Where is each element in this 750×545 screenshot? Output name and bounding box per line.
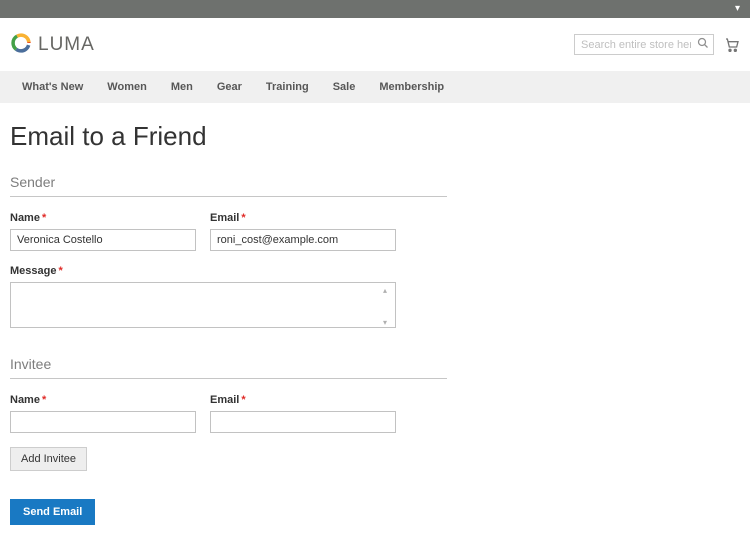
sender-legend: Sender [10,174,447,197]
nav-item-women[interactable]: Women [95,71,159,103]
sender-name-input[interactable] [10,229,196,251]
search-input[interactable] [574,34,714,55]
sender-email-input[interactable] [210,229,396,251]
invitee-name-field: Name* [10,394,196,433]
store-logo[interactable]: LUMA [10,32,95,57]
sender-message-field: Message* ▴▾ [10,265,396,331]
nav-item-gear[interactable]: Gear [205,71,254,103]
required-mark: * [241,212,245,224]
invitee-section: Invitee Name* Email* Add Invitee [10,356,447,471]
chevron-down-icon[interactable]: ▾ [735,3,740,14]
global-topbar: ▾ [0,0,750,18]
invitee-email-input[interactable] [210,411,396,433]
sender-email-label: Email* [210,212,396,224]
required-mark: * [42,212,46,224]
main-nav: What's New Women Men Gear Training Sale … [0,71,750,103]
required-mark: * [241,394,245,406]
nav-item-whats-new[interactable]: What's New [10,71,95,103]
sender-email-field: Email* [210,212,396,251]
nav-item-membership[interactable]: Membership [367,71,456,103]
required-mark: * [42,394,46,406]
nav-item-men[interactable]: Men [159,71,205,103]
form-actions: Send Email [10,499,740,525]
sender-section: Sender Name* Email* Message* ▴▾ [10,174,447,331]
search-icon[interactable] [697,37,709,52]
sender-message-label: Message* [10,265,396,277]
nav-item-sale[interactable]: Sale [321,71,368,103]
sender-message-input[interactable] [10,282,396,328]
invitee-name-label: Name* [10,394,196,406]
search-box [574,34,714,55]
sender-name-field: Name* [10,212,196,251]
invitee-legend: Invitee [10,356,447,379]
cart-icon[interactable] [724,37,740,53]
invitee-name-input[interactable] [10,411,196,433]
invitee-email-field: Email* [210,394,396,433]
required-mark: * [58,265,62,277]
header: LUMA [0,18,750,71]
page-title: Email to a Friend [10,121,740,152]
luma-logo-icon [10,32,32,57]
invitee-email-label: Email* [210,394,396,406]
send-email-button[interactable]: Send Email [10,499,95,525]
add-invitee-button[interactable]: Add Invitee [10,447,87,471]
sender-name-label: Name* [10,212,196,224]
brand-name: LUMA [38,34,95,56]
nav-item-training[interactable]: Training [254,71,321,103]
